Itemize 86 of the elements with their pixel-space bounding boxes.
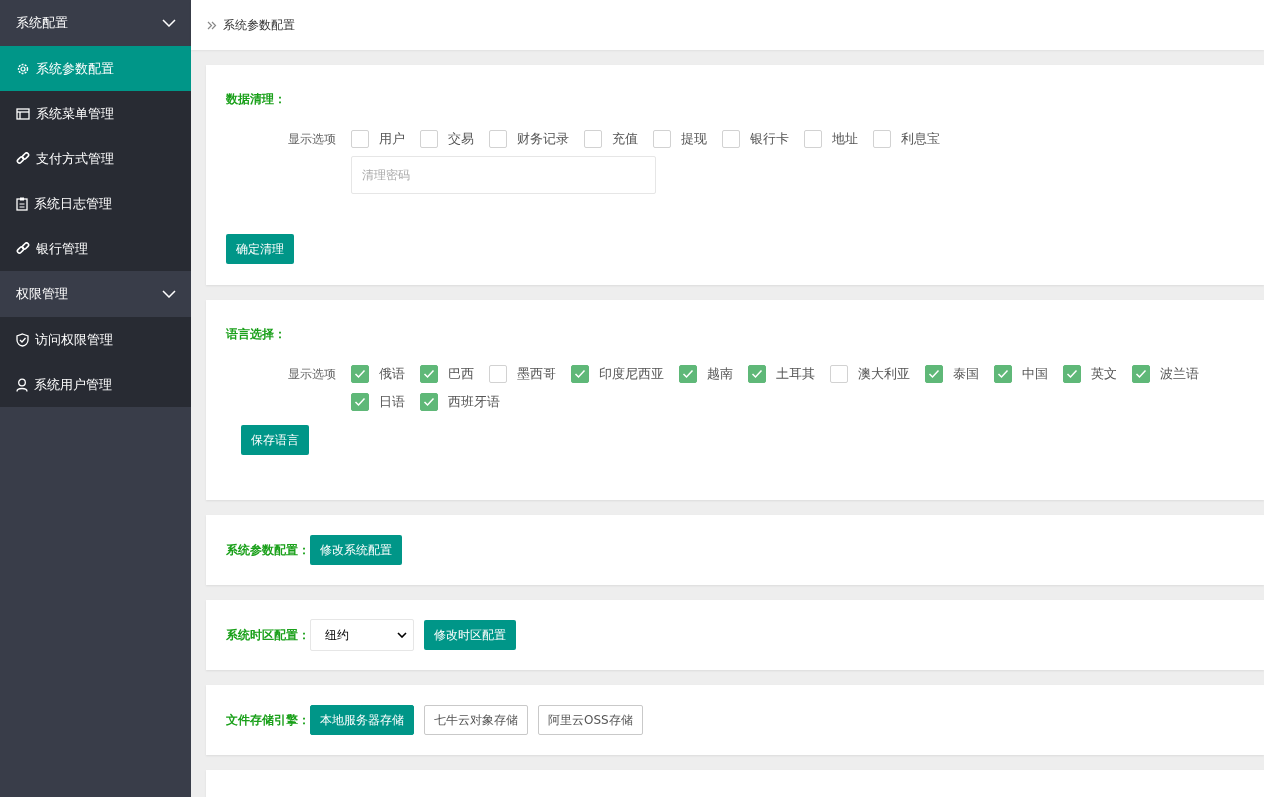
sidebar-item[interactable]: 系统用户管理	[0, 362, 191, 407]
check-icon	[354, 369, 366, 379]
check-icon	[354, 397, 366, 407]
sidebar-item[interactable]: 系统日志管理	[0, 181, 191, 226]
edit-config-button[interactable]: 修改系统配置	[310, 535, 402, 565]
checkbox[interactable]	[748, 365, 766, 383]
settings-icon	[16, 61, 30, 76]
checkbox[interactable]	[1063, 365, 1081, 383]
clipboard-icon	[16, 196, 28, 211]
check-icon	[1066, 369, 1078, 379]
checkbox-label: 土耳其	[776, 365, 815, 383]
check-icon	[928, 369, 940, 379]
check-icon	[574, 369, 586, 379]
checkbox-label: 澳大利亚	[858, 365, 910, 383]
checkbox[interactable]	[420, 365, 438, 383]
checkbox-label: 利息宝	[901, 130, 940, 148]
options-label: 显示选项	[288, 366, 337, 383]
checkbox-label: 中国	[1022, 365, 1048, 383]
checkbox[interactable]	[489, 365, 507, 383]
breadcrumb: 系统参数配置	[223, 16, 295, 34]
checkbox-label: 用户	[379, 130, 405, 148]
link-icon	[16, 151, 30, 166]
shield-icon	[16, 332, 29, 347]
checkbox[interactable]	[584, 130, 602, 148]
checkbox-label: 泰国	[953, 365, 979, 383]
checkbox[interactable]	[994, 365, 1012, 383]
checkbox-label: 西班牙语	[448, 393, 500, 411]
checkbox-label: 充值	[612, 130, 638, 148]
sidebar-item[interactable]: 银行管理	[0, 226, 191, 271]
checkbox-label: 交易	[448, 130, 474, 148]
checkbox-label: 波兰语	[1160, 365, 1199, 383]
edit-timezone-button[interactable]: 修改时区配置	[424, 620, 516, 650]
checkbox-label: 英文	[1091, 365, 1117, 383]
sidebar-item[interactable]: 系统参数配置	[0, 46, 191, 91]
save-language-button[interactable]: 保存语言	[241, 425, 309, 455]
checkbox-label: 越南	[707, 365, 733, 383]
section-title: 文件存储引擎：	[226, 711, 310, 729]
options-label: 显示选项	[288, 131, 337, 148]
confirm-clear-button[interactable]: 确定清理	[226, 234, 294, 264]
checkbox-label: 提现	[681, 130, 707, 148]
check-icon	[1135, 369, 1147, 379]
checkbox[interactable]	[722, 130, 740, 148]
checkbox[interactable]	[351, 365, 369, 383]
storage-option-button[interactable]: 阿里云OSS存储	[538, 705, 643, 735]
checkbox[interactable]	[489, 130, 507, 148]
checkbox[interactable]	[925, 365, 943, 383]
checkbox[interactable]	[420, 130, 438, 148]
checkbox-label: 俄语	[379, 365, 405, 383]
checkbox[interactable]	[679, 365, 697, 383]
checkbox[interactable]	[804, 130, 822, 148]
sidebar-item[interactable]: 系统菜单管理	[0, 91, 191, 136]
checkbox[interactable]	[830, 365, 848, 383]
password-field[interactable]: 清理密码	[351, 156, 656, 194]
link-icon	[16, 241, 30, 256]
user-icon	[16, 377, 28, 392]
storage-option-button[interactable]: 本地服务器存储	[310, 705, 414, 735]
checkbox[interactable]	[653, 130, 671, 148]
check-icon	[997, 369, 1009, 379]
checkbox-label: 巴西	[448, 365, 474, 383]
sidebar-item[interactable]: 访问权限管理	[0, 317, 191, 362]
check-icon	[751, 369, 763, 379]
storage-option-button[interactable]: 七牛云对象存储	[424, 705, 528, 735]
checkbox[interactable]	[571, 365, 589, 383]
check-icon	[682, 369, 694, 379]
checkbox-label: 日语	[379, 393, 405, 411]
double-chevron-icon	[207, 20, 217, 30]
section-title: 语言选择：	[226, 326, 287, 343]
checkbox-label: 印度尼西亚	[599, 365, 664, 383]
checkbox-label: 地址	[832, 130, 858, 148]
timezone-select[interactable]: 纽约	[310, 619, 414, 651]
section-title: 系统参数配置：	[226, 541, 310, 559]
checkbox[interactable]	[420, 393, 438, 411]
checkbox[interactable]	[351, 393, 369, 411]
checkbox-label: 银行卡	[750, 130, 789, 148]
checkbox[interactable]	[351, 130, 369, 148]
section-title: 数据清理：	[226, 91, 287, 108]
section-title: 系统时区配置：	[226, 626, 310, 644]
checkbox-label: 财务记录	[517, 130, 569, 148]
sidebar-item[interactable]: 支付方式管理	[0, 136, 191, 181]
caret-icon	[397, 632, 407, 638]
checkbox[interactable]	[1132, 365, 1150, 383]
checkbox-label: 墨西哥	[517, 365, 556, 383]
checkbox[interactable]	[873, 130, 891, 148]
window-icon	[16, 107, 30, 120]
check-icon	[423, 397, 435, 407]
check-icon	[423, 369, 435, 379]
